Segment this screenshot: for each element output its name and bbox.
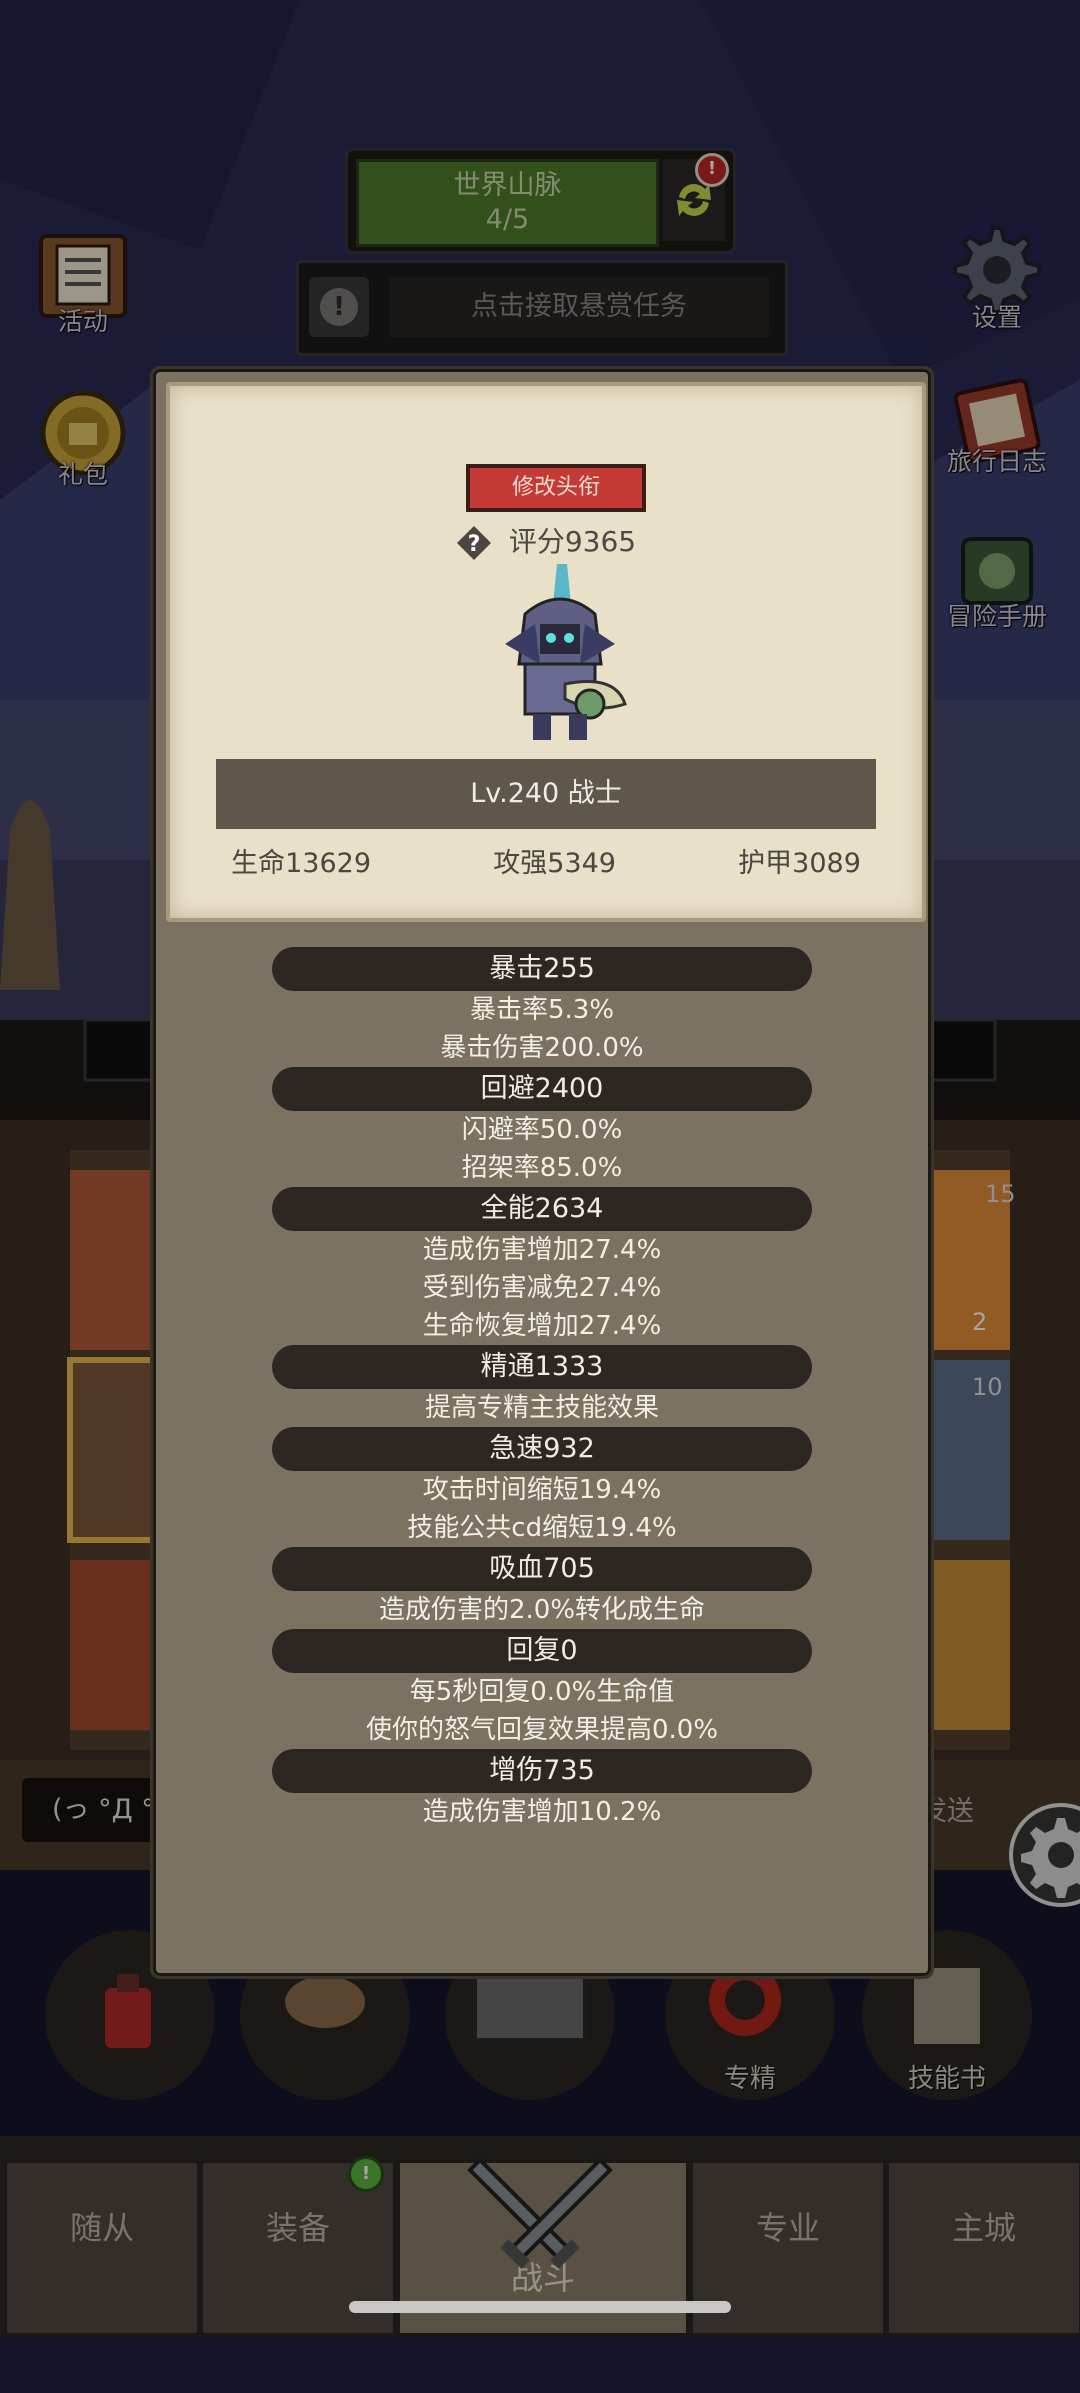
help-icon[interactable]: ? (456, 525, 492, 561)
attr-header: 回复0 (272, 1629, 812, 1673)
hp-stat: 生命13629 (231, 848, 372, 879)
armor-stat: 护甲3089 (738, 848, 861, 879)
attr-detail: 闪避率50.0% (461, 1115, 623, 1145)
attr-header: 增伤735 (272, 1749, 812, 1793)
attribute-list: 暴击255 暴击率5.3% 暴击伤害200.0% 回避2400 闪避率50.0%… (153, 947, 931, 1831)
attr-detail: 暴击伤害200.0% (440, 1033, 644, 1063)
character-stats-modal: 修改头衔 ? 评分9365 Lv.240 战士 生命13629 攻强5349 护… (150, 366, 934, 1979)
attr-detail: 暴击率5.3% (469, 995, 615, 1025)
attr-group-avoidance: 回避2400 闪避率50.0% 招架率85.0% (153, 1067, 931, 1187)
attr-group-versatility: 全能2634 造成伤害增加27.4% 受到伤害减免27.4% 生命恢复增加27.… (153, 1187, 931, 1345)
attr-detail: 招架率85.0% (461, 1153, 623, 1183)
change-title-button[interactable]: 修改头衔 (466, 464, 646, 512)
character-card: 修改头衔 ? 评分9365 Lv.240 战士 生命13629 攻强5349 护… (166, 382, 926, 922)
attr-detail: 提高专精主技能效果 (424, 1393, 659, 1423)
attr-detail: 使你的怒气回复效果提高0.0% (365, 1715, 719, 1745)
attr-detail: 造成伤害的2.0%转化成生命 (378, 1595, 706, 1625)
attr-detail: 生命恢复增加27.4% (422, 1311, 662, 1341)
attr-header: 吸血705 (272, 1547, 812, 1591)
attr-group-haste: 急速932 攻击时间缩短19.4% 技能公共cd缩短19.4% (153, 1427, 931, 1547)
attr-group-leech: 吸血705 造成伤害的2.0%转化成生命 (153, 1547, 931, 1629)
attr-detail: 技能公共cd缩短19.4% (407, 1513, 677, 1543)
attr-detail: 造成伤害增加10.2% (422, 1797, 662, 1827)
attr-group-crit: 暴击255 暴击率5.3% 暴击伤害200.0% (153, 947, 931, 1067)
attr-group-damage-bonus: 增伤735 造成伤害增加10.2% (153, 1749, 931, 1831)
attr-header: 回避2400 (272, 1067, 812, 1111)
attr-header: 暴击255 (272, 947, 812, 991)
score-row: ? 评分9365 (170, 520, 922, 561)
home-indicator[interactable] (349, 2301, 731, 2313)
hero-avatar (505, 564, 627, 740)
attr-detail: 每5秒回复0.0%生命值 (409, 1677, 675, 1707)
level-class-banner: Lv.240 战士 (216, 759, 876, 829)
attr-header: 全能2634 (272, 1187, 812, 1231)
score-value: 评分9365 (508, 525, 637, 558)
attr-detail: 受到伤害减免27.4% (422, 1273, 662, 1303)
attr-detail: 攻击时间缩短19.4% (422, 1475, 662, 1505)
svg-text:?: ? (468, 532, 481, 557)
attack-stat: 攻强5349 (493, 848, 616, 879)
attr-detail: 造成伤害增加27.4% (422, 1235, 662, 1265)
attr-group-regen: 回复0 每5秒回复0.0%生命值 使你的怒气回复效果提高0.0% (153, 1629, 931, 1749)
attr-group-mastery: 精通1333 提高专精主技能效果 (153, 1345, 931, 1427)
attr-header: 急速932 (272, 1427, 812, 1471)
attr-header: 精通1333 (272, 1345, 812, 1389)
base-stats: 生命13629 攻强5349 护甲3089 (170, 841, 922, 880)
